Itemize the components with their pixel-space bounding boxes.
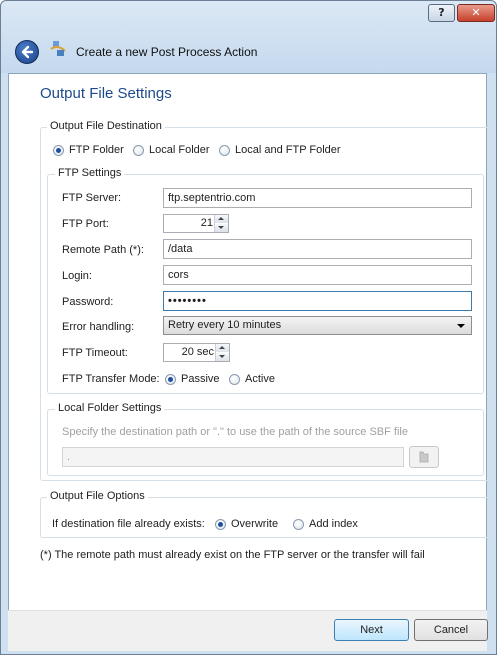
ftp-port-value: 21 (200, 217, 213, 229)
file-exists-label: If destination file already exists: (52, 518, 205, 530)
radio-local-folder[interactable] (133, 145, 144, 156)
radio-active-label[interactable]: Active (245, 373, 275, 385)
local-folder-group-label: Local Folder Settings (55, 402, 165, 414)
radio-add-index[interactable] (293, 519, 304, 530)
radio-ftp-folder[interactable] (53, 145, 64, 156)
help-button[interactable]: ? (428, 4, 455, 22)
radio-local-and-ftp-folder-label[interactable]: Local and FTP Folder (235, 144, 341, 156)
remote-path-note: (*) The remote path must already exist o… (40, 549, 425, 561)
radio-local-and-ftp-folder[interactable] (219, 145, 230, 156)
radio-local-folder-label[interactable]: Local Folder (149, 144, 210, 156)
cancel-button[interactable]: Cancel (414, 619, 488, 641)
error-handling-value: Retry every 10 minutes (168, 319, 282, 331)
ftp-timeout-label: FTP Timeout: (62, 347, 128, 359)
browse-folder-button[interactable] (409, 446, 439, 468)
next-button[interactable]: Next (334, 619, 409, 641)
ftp-port-label: FTP Port: (62, 218, 109, 230)
radio-passive[interactable] (165, 374, 176, 385)
ftp-port-spin-buttons (214, 215, 228, 232)
radio-active[interactable] (229, 374, 240, 385)
login-input[interactable]: cors (163, 265, 472, 285)
window-title: Create a new Post Process Action (76, 45, 258, 59)
ftp-timeout-increment-icon[interactable] (216, 344, 229, 352)
remote-path-input[interactable]: /data (163, 239, 472, 259)
password-label: Password: (62, 296, 114, 308)
app-logo-icon (49, 40, 67, 58)
ftp-server-input[interactable]: ftp.septentrio.com (163, 188, 472, 208)
ftp-timeout-stepper[interactable]: 20 sec (163, 343, 230, 362)
back-arrow-icon[interactable] (15, 40, 39, 64)
ftp-settings-group-label: FTP Settings (55, 167, 125, 179)
error-handling-select[interactable]: Retry every 10 minutes (163, 316, 472, 335)
login-label: Login: (62, 270, 92, 282)
radio-overwrite-label[interactable]: Overwrite (231, 518, 278, 530)
ftp-port-stepper[interactable]: 21 (163, 214, 229, 233)
close-button[interactable]: ✕ (457, 4, 495, 22)
ftp-timeout-decrement-icon[interactable] (216, 353, 229, 361)
folder-icon (419, 451, 429, 463)
output-options-group-label: Output File Options (47, 490, 148, 502)
transfer-mode-label: FTP Transfer Mode: (62, 373, 160, 385)
ftp-timeout-value: 20 sec (181, 346, 214, 358)
ftp-timeout-spin-buttons (215, 344, 229, 361)
ftp-port-decrement-icon[interactable] (215, 224, 228, 232)
radio-ftp-folder-label[interactable]: FTP Folder (69, 144, 124, 156)
destination-group-label: Output File Destination (47, 120, 165, 132)
radio-overwrite[interactable] (215, 519, 226, 530)
radio-passive-label[interactable]: Passive (181, 373, 220, 385)
ftp-port-increment-icon[interactable] (215, 215, 228, 223)
ftp-server-label: FTP Server: (62, 192, 122, 204)
title-bar (1, 1, 496, 73)
remote-path-label: Remote Path (*): (62, 244, 144, 256)
chevron-down-icon[interactable] (457, 324, 465, 328)
password-input[interactable]: •••••••• (163, 291, 472, 311)
local-folder-hint: Specify the destination path or "." to u… (62, 426, 408, 438)
error-handling-label: Error handling: (62, 321, 135, 333)
page-title: Output File Settings (40, 85, 172, 102)
radio-add-index-label[interactable]: Add index (309, 518, 358, 530)
local-path-input[interactable]: . (62, 447, 404, 467)
